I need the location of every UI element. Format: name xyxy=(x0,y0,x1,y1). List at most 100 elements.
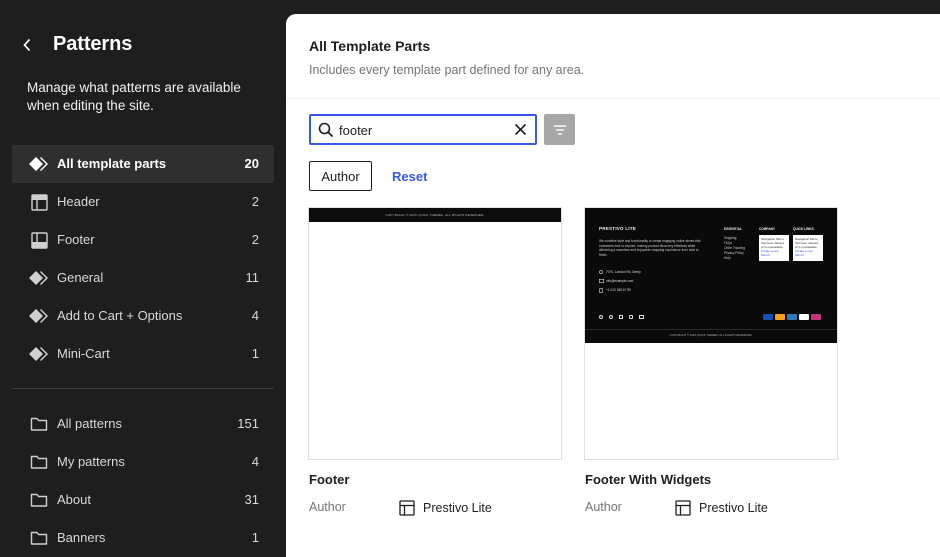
filter-button[interactable] xyxy=(544,114,575,145)
preview-address: 7070, London Rd, Derby xyxy=(606,270,641,274)
sidebar-item-count: 4 xyxy=(251,454,259,469)
app-root: Patterns Manage what patterns are availa… xyxy=(0,0,940,557)
symbol-icon xyxy=(29,306,49,326)
sidebar-item-banners[interactable]: Banners 1 xyxy=(12,519,274,557)
symbol-icon xyxy=(29,154,49,174)
sidebar-item-count: 11 xyxy=(245,270,260,285)
sidebar-title: Patterns xyxy=(53,33,133,55)
mastercard-icon xyxy=(775,314,785,320)
sidebar-item-label: All patterns xyxy=(57,416,123,431)
sidebar-item-header[interactable]: Header 2 xyxy=(12,183,274,221)
location-icon xyxy=(599,270,603,274)
sidebar-item-count: 151 xyxy=(237,416,259,431)
folder-icon xyxy=(29,414,49,434)
filter-icon xyxy=(553,124,566,135)
sidebar-item-count: 31 xyxy=(244,492,259,507)
preview-col3-notice: Navigation Menu has been deleted or is u… xyxy=(793,235,823,261)
sidebar-item-footer[interactable]: Footer 2 xyxy=(12,221,274,259)
sidebar-item-label: Add to Cart + Options xyxy=(57,308,183,323)
preview-phone: +1 010 345 67 89 xyxy=(606,288,631,292)
card-author-label: Author xyxy=(309,500,346,514)
facebook-icon xyxy=(599,315,603,319)
twitter-icon xyxy=(609,315,613,319)
sidebar-item-count: 4 xyxy=(251,308,259,323)
card-author-name: Prestivo Lite xyxy=(423,501,492,515)
template-parts-nav: All template parts 20 Header 2 Footer 2 xyxy=(12,145,274,373)
preview-blurb: We combine style and functionality to cr… xyxy=(599,239,701,257)
main-panel: All Template Parts Includes every templa… xyxy=(286,14,940,557)
preview-brand: PRESTIVO LITE xyxy=(599,226,637,231)
sidebar-description: Manage what patterns are available when … xyxy=(27,80,241,113)
sidebar-item-all-patterns[interactable]: All patterns 151 xyxy=(12,405,274,443)
visa-icon xyxy=(763,314,773,320)
search-box xyxy=(309,114,537,145)
sidebar: Patterns Manage what patterns are availa… xyxy=(0,0,286,557)
mail-icon xyxy=(599,279,604,283)
layout-icon xyxy=(675,500,691,516)
template-card-footer-with-widgets[interactable]: PRESTIVO LITE We combine style and funct… xyxy=(584,207,838,460)
card-title[interactable]: Footer xyxy=(309,472,349,487)
back-button[interactable] xyxy=(18,35,36,55)
chevron-left-icon xyxy=(23,38,31,52)
sidebar-item-label: Header xyxy=(57,194,100,209)
sidebar-item-count: 1 xyxy=(251,346,259,361)
folder-icon xyxy=(29,452,49,472)
page-description: Includes every template part defined for… xyxy=(309,63,585,77)
sidebar-item-count: 2 xyxy=(251,194,259,209)
sidebar-item-label: About xyxy=(57,492,91,507)
symbol-icon xyxy=(29,268,49,288)
preview-col1-title: ESSENTIAL xyxy=(724,227,742,231)
layout-icon xyxy=(399,500,415,516)
card-author-name: Prestivo Lite xyxy=(699,501,768,515)
page-title: All Template Parts xyxy=(309,38,431,54)
card-title[interactable]: Footer With Widgets xyxy=(585,472,711,487)
sidebar-item-label: General xyxy=(57,270,104,285)
sidebar-item-count: 2 xyxy=(251,232,259,247)
apple-pay-icon xyxy=(799,314,809,320)
sidebar-item-my-patterns[interactable]: My patterns 4 xyxy=(12,443,274,481)
preview-col2-notice: Navigation Menu has been deleted or is u… xyxy=(759,235,789,261)
patterns-nav: All patterns 151 My patterns 4 About 31 xyxy=(12,405,274,557)
sidebar-item-mini-cart[interactable]: Mini-Cart 1 xyxy=(12,335,274,373)
sidebar-item-label: All template parts xyxy=(57,156,167,171)
sidebar-item-label: Footer xyxy=(57,232,95,247)
sidebar-item-label: My patterns xyxy=(57,454,125,469)
search-input[interactable] xyxy=(339,120,509,140)
preview-col2-title: COMPANY xyxy=(759,227,776,231)
sidebar-item-general[interactable]: General 11 xyxy=(12,259,274,297)
preview-social-icons xyxy=(599,315,644,319)
preview-link: FAQs xyxy=(724,241,732,245)
reset-button[interactable]: Reset xyxy=(392,169,427,184)
folder-icon xyxy=(29,528,49,548)
preview-payment-icons xyxy=(763,314,821,320)
symbol-icon xyxy=(29,344,49,364)
close-icon[interactable] xyxy=(514,123,527,136)
klarna-icon xyxy=(811,314,821,320)
preview-link: Shipping xyxy=(724,236,737,240)
footer-widgets-preview: PRESTIVO LITE We combine style and funct… xyxy=(585,208,837,343)
sidebar-item-about[interactable]: About 31 xyxy=(12,481,274,519)
preview-col3-title: QUICK LINKS xyxy=(793,227,814,231)
footer-icon xyxy=(29,230,49,250)
sidebar-divider xyxy=(12,388,274,389)
phone-icon xyxy=(599,288,603,293)
sidebar-item-label: Banners xyxy=(57,530,106,545)
preview-link: Privacy Policy xyxy=(724,251,744,255)
sidebar-item-label: Mini-Cart xyxy=(57,346,110,361)
folder-icon xyxy=(29,490,49,510)
preview-divider xyxy=(585,329,837,330)
author-filter-button[interactable]: Author xyxy=(309,161,372,191)
email-icon xyxy=(639,315,644,319)
header-icon xyxy=(29,192,49,212)
instagram-icon xyxy=(629,315,633,319)
header-divider xyxy=(286,98,940,99)
sidebar-item-all-template-parts[interactable]: All template parts 20 xyxy=(12,145,274,183)
sidebar-item-add-to-cart-options[interactable]: Add to Cart + Options 4 xyxy=(12,297,274,335)
amex-icon xyxy=(787,314,797,320)
sidebar-item-count: 20 xyxy=(244,156,259,171)
preview-copyright: COPYRIGHT © 2025 QUICK THEMEZ. ALL RIGHT… xyxy=(669,333,753,337)
preview-link: Order Tracking xyxy=(724,246,746,250)
template-card-footer[interactable]: COPYRIGHT © 2025 QUICK THEMEZ. ALL RIGHT… xyxy=(308,207,562,460)
sidebar-item-count: 1 xyxy=(251,530,259,545)
card-author-label: Author xyxy=(585,500,622,514)
